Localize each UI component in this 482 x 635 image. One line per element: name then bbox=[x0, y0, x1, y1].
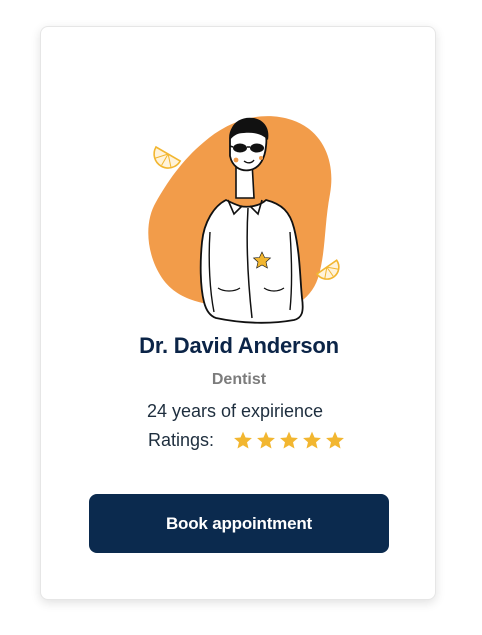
book-appointment-button[interactable]: Book appointment bbox=[89, 494, 389, 553]
star-icon bbox=[303, 431, 321, 449]
rating-stars bbox=[232, 430, 346, 451]
doctor-card: Dr. David Anderson Dentist 24 years of e… bbox=[40, 26, 436, 600]
ratings-label: Ratings: bbox=[148, 430, 215, 450]
doctor-experience: 24 years of expirience bbox=[146, 401, 324, 421]
doctor-coat bbox=[199, 199, 304, 324]
star-icon bbox=[326, 431, 344, 449]
star-icon bbox=[280, 431, 298, 449]
ratings-row: Ratings: bbox=[148, 430, 346, 451]
star-icon bbox=[234, 431, 252, 449]
doctor-specialty: Dentist bbox=[211, 371, 267, 388]
star-icon bbox=[257, 431, 275, 449]
doctor-illustration bbox=[148, 116, 340, 324]
orange-slice-icon bbox=[153, 145, 182, 169]
doctor-name: Dr. David Anderson bbox=[139, 333, 339, 358]
